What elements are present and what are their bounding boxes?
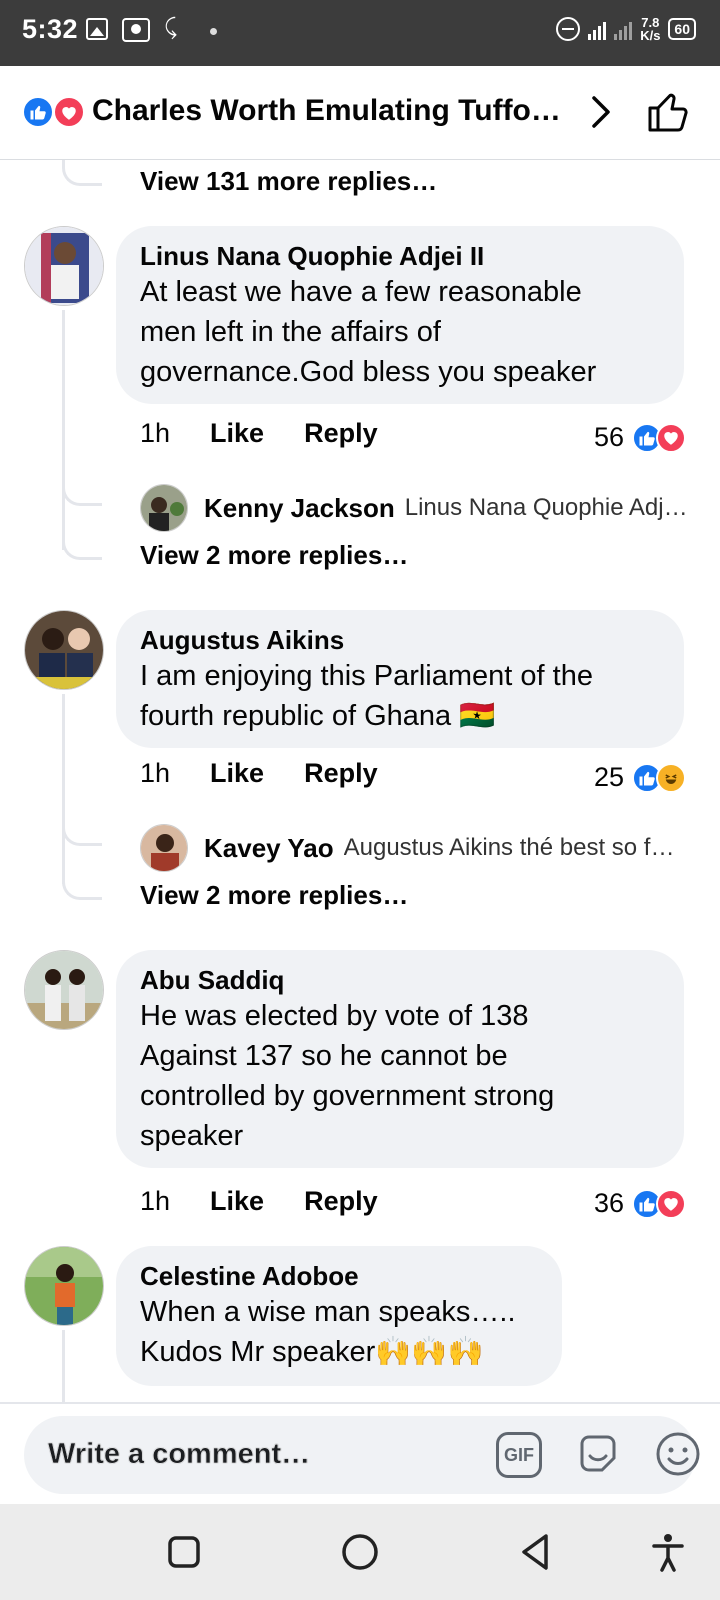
thread-line xyxy=(62,1330,65,1402)
reaction-count: 25 xyxy=(593,762,624,792)
comment-author[interactable]: Augustus Aikins xyxy=(140,624,662,656)
reply-button[interactable]: Reply xyxy=(304,418,378,449)
avatar[interactable] xyxy=(24,610,104,690)
gif-button[interactable]: GIF xyxy=(496,1432,542,1478)
chevron-right-icon[interactable] xyxy=(582,92,622,132)
signal-2-icon xyxy=(614,18,633,40)
comment-bubble[interactable]: Linus Nana Quophie Adjei II At least we … xyxy=(116,226,684,404)
reaction-count: 56 xyxy=(593,422,624,452)
reply-avatar[interactable] xyxy=(140,824,188,872)
status-right: 7.8 K/s 60 xyxy=(556,16,696,42)
comment-text-line: When a wise man speaks….. xyxy=(140,1296,516,1328)
view-more-replies[interactable]: View 131 more replies… xyxy=(140,166,437,197)
status-bar: 5:32 ⤹ 7.8 K/s 60 xyxy=(0,0,720,66)
post-title[interactable]: Charles Worth Emulating Tuffo… xyxy=(92,94,562,128)
do-not-disturb-icon xyxy=(556,17,581,41)
like-reaction-icon xyxy=(22,96,54,128)
comment-text-line: He was elected by vote of 138 xyxy=(140,1000,529,1032)
comment-actions: 1h Like Reply xyxy=(140,418,378,449)
comment-composer-bar: Write a comment… GIF xyxy=(0,1402,720,1504)
reaction-summary[interactable]: 36 xyxy=(594,1188,686,1219)
comment-time: 1h xyxy=(140,418,171,448)
thread-connector xyxy=(62,160,102,186)
comment-bubble[interactable]: Abu Saddiq He was elected by vote of 138… xyxy=(116,950,684,1168)
like-button[interactable]: Like xyxy=(210,1186,264,1217)
home-icon[interactable] xyxy=(338,1530,382,1574)
comment-author[interactable]: Linus Nana Quophie Adjei II xyxy=(140,240,662,272)
battery-icon: 60 xyxy=(668,18,696,40)
status-time: 5:32 xyxy=(22,14,79,44)
reply-button[interactable]: Reply xyxy=(304,1186,378,1217)
thread-connector xyxy=(62,874,102,900)
reply-button[interactable]: Reply xyxy=(304,758,378,789)
sticker-icon[interactable] xyxy=(574,1430,622,1478)
reaction-count: 36 xyxy=(593,1188,624,1218)
thread-line xyxy=(62,694,65,884)
accessibility-icon[interactable] xyxy=(646,1530,690,1574)
view-more-replies[interactable]: View 2 more replies… xyxy=(140,540,408,571)
comment-actions: 1h Like Reply xyxy=(140,1186,378,1217)
comment-placeholder[interactable]: Write a comment… xyxy=(48,1438,311,1471)
thread-connector xyxy=(62,820,102,846)
comment-time: 1h xyxy=(140,758,171,788)
comment-bubble[interactable]: Augustus Aikins I am enjoying this Parli… xyxy=(116,610,684,748)
reply-avatar[interactable] xyxy=(140,484,188,532)
comment-text-line: Kudos Mr speaker🙌🙌🙌 xyxy=(140,1336,484,1368)
comment-input[interactable]: Write a comment… GIF xyxy=(24,1416,700,1494)
comment-author[interactable]: Abu Saddiq xyxy=(140,964,662,996)
comment-bubble[interactable]: Celestine Adoboe When a wise man speaks…… xyxy=(116,1246,562,1386)
system-navigation-bar xyxy=(0,1504,720,1600)
comment-time: 1h xyxy=(140,1186,171,1216)
reaction-summary[interactable]: 25 xyxy=(594,762,686,793)
reply-preview[interactable]: Kenny Jackson Linus Nana Quophie Adj… xyxy=(140,484,688,532)
emoji-icon[interactable] xyxy=(654,1430,702,1478)
thread-line xyxy=(62,310,65,550)
thread-connector xyxy=(62,534,102,560)
more-notifications-icon xyxy=(210,28,217,35)
comment-text-line: controlled by government strong xyxy=(140,1080,555,1112)
avatar[interactable] xyxy=(24,1246,104,1326)
thread-connector xyxy=(62,480,102,506)
comment-text-line: speaker xyxy=(140,1120,244,1152)
love-reaction-icon xyxy=(656,1188,686,1219)
missed-call-icon: ⤹ xyxy=(164,14,178,39)
like-post-icon[interactable] xyxy=(644,88,692,136)
comment-text-line: Against 137 so he cannot be xyxy=(140,1040,508,1072)
gallery-notification-icon xyxy=(86,18,108,40)
network-speed-unit: K/s xyxy=(640,28,661,43)
avatar[interactable] xyxy=(24,226,104,306)
reply-preview[interactable]: Kavey Yao Augustus Aikins thé best so f… xyxy=(140,824,674,872)
recent-apps-icon[interactable] xyxy=(162,1530,206,1574)
love-reaction-icon xyxy=(53,96,85,128)
back-icon[interactable] xyxy=(514,1530,558,1574)
comment-actions: 1h Like Reply xyxy=(140,758,378,789)
avatar[interactable] xyxy=(24,950,104,1030)
network-speed: 7.8 K/s xyxy=(640,16,660,42)
comment-text-line: men left in the affairs of xyxy=(140,316,441,348)
reply-author[interactable]: Kavey Yao xyxy=(204,833,334,864)
comment-text-line: I am enjoying this Parliament of the xyxy=(140,660,593,692)
reaction-summary[interactable]: 56 xyxy=(594,422,686,453)
view-more-replies[interactable]: View 2 more replies… xyxy=(140,880,408,911)
love-reaction-icon xyxy=(656,422,686,453)
haha-reaction-icon xyxy=(656,762,686,793)
screen-record-icon xyxy=(122,18,150,42)
comment-text-line: fourth republic of Ghana 🇬🇭 xyxy=(140,700,496,732)
reply-snippet: Augustus Aikins thé best so f… xyxy=(343,834,675,861)
post-header: Charles Worth Emulating Tuffo… xyxy=(0,66,720,160)
comment-text-line: governance.God bless you speaker xyxy=(140,356,597,388)
like-button[interactable]: Like xyxy=(210,418,264,449)
signal-icon xyxy=(588,18,607,40)
reply-snippet: Linus Nana Quophie Adj… xyxy=(404,494,688,521)
like-button[interactable]: Like xyxy=(210,758,264,789)
reply-author[interactable]: Kenny Jackson xyxy=(204,493,395,524)
comment-text-line: At least we have a few reasonable xyxy=(140,276,582,308)
comment-author[interactable]: Celestine Adoboe xyxy=(140,1260,540,1292)
